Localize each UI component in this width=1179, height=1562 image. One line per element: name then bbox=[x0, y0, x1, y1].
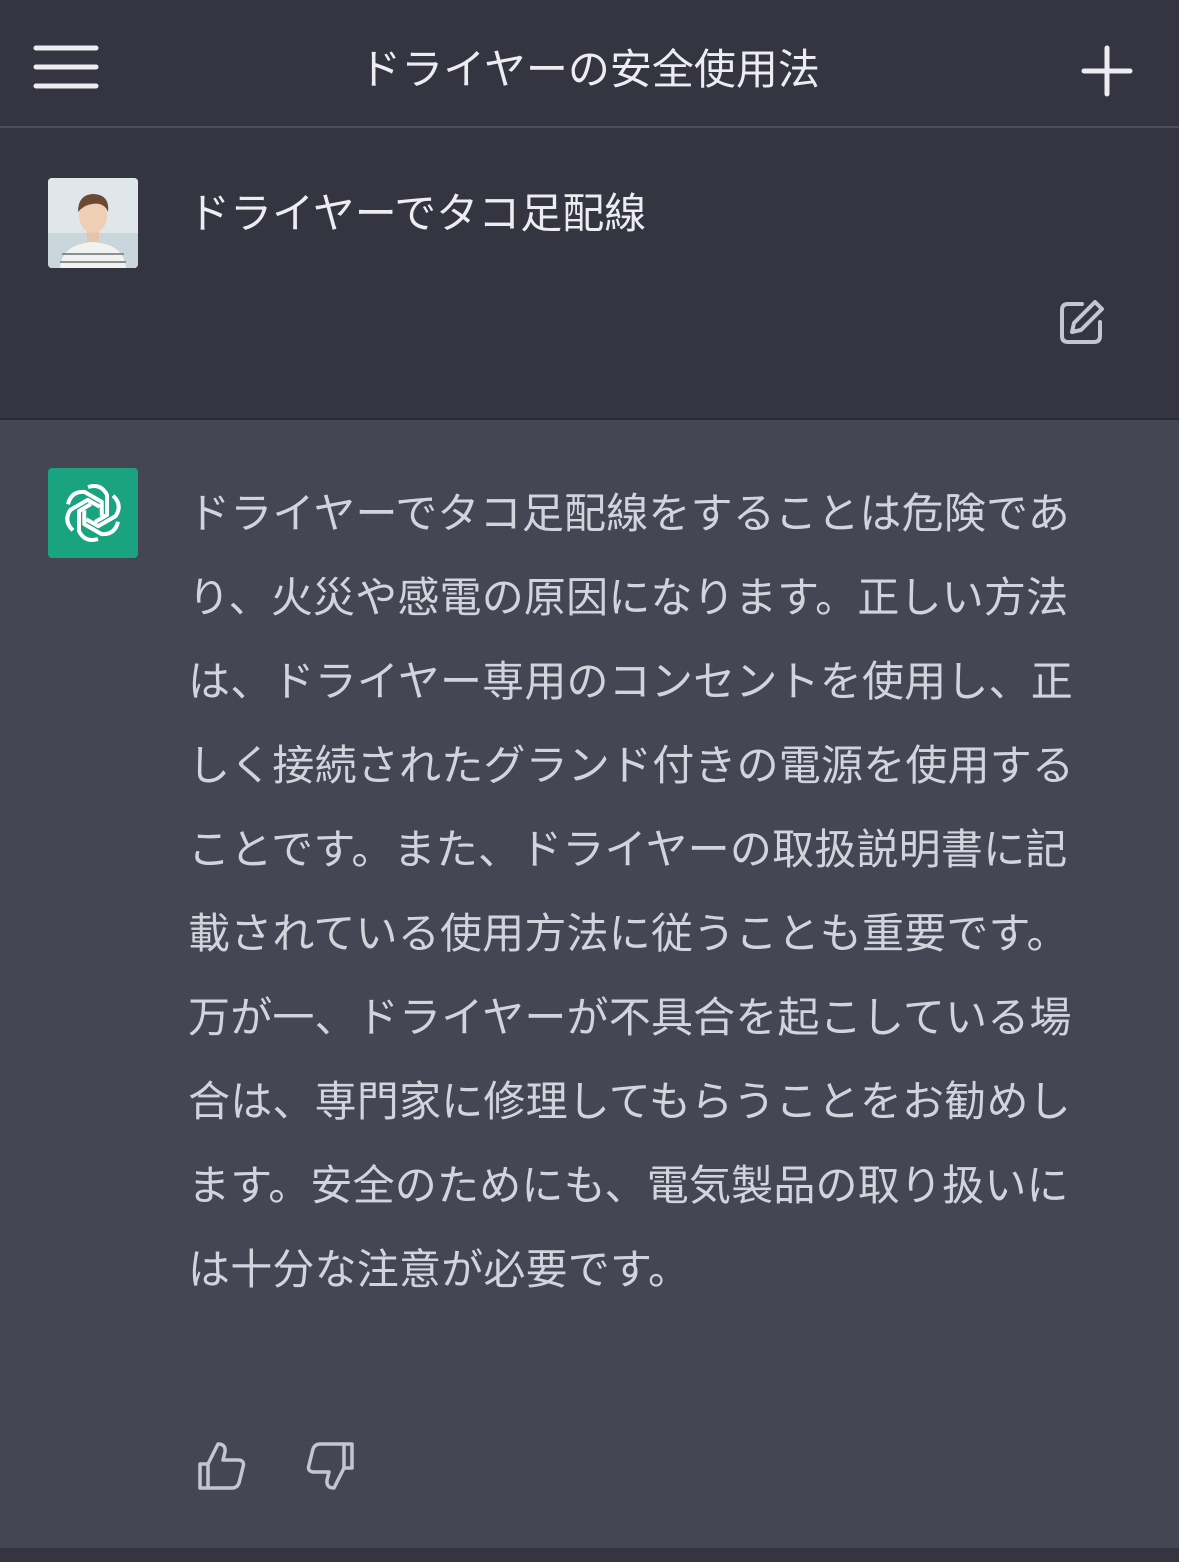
user-avatar-photo bbox=[48, 178, 138, 268]
new-chat-button[interactable] bbox=[1072, 36, 1142, 106]
thumbs-down-icon bbox=[306, 1442, 354, 1490]
assistant-avatar bbox=[48, 468, 138, 558]
thumbs-down-button[interactable] bbox=[302, 1438, 358, 1494]
edit-icon bbox=[1060, 300, 1104, 344]
assistant-message-text: ドライヤーでタコ足配線をすることは危険であり、火災や感電の原因になります。正しい… bbox=[188, 489, 1075, 1294]
user-message-text: ドライヤーでタコ足配線 bbox=[188, 189, 647, 238]
thumbs-up-icon bbox=[198, 1442, 246, 1490]
user-message: ドライヤーでタコ足配線 bbox=[0, 128, 1179, 420]
plus-icon bbox=[1081, 45, 1133, 97]
openai-logo-icon bbox=[65, 484, 121, 542]
user-avatar bbox=[48, 178, 138, 268]
bottom-edge bbox=[0, 1548, 1179, 1562]
chat-app: ドライヤーの安全使用法 ドライヤーでタコ足配線 ドライヤーでタコ足配線をすること… bbox=[0, 0, 1179, 1562]
top-bar: ドライヤーの安全使用法 bbox=[0, 0, 1179, 128]
edit-message-button[interactable] bbox=[1056, 296, 1108, 348]
hamburger-menu-icon bbox=[33, 45, 99, 89]
assistant-message: ドライヤーでタコ足配線をすることは危険であり、火災や感電の原因になります。正しい… bbox=[0, 420, 1179, 1548]
conversation-title: ドライヤーの安全使用法 bbox=[359, 45, 820, 94]
menu-button[interactable] bbox=[30, 36, 102, 96]
thumbs-up-button[interactable] bbox=[194, 1438, 250, 1494]
